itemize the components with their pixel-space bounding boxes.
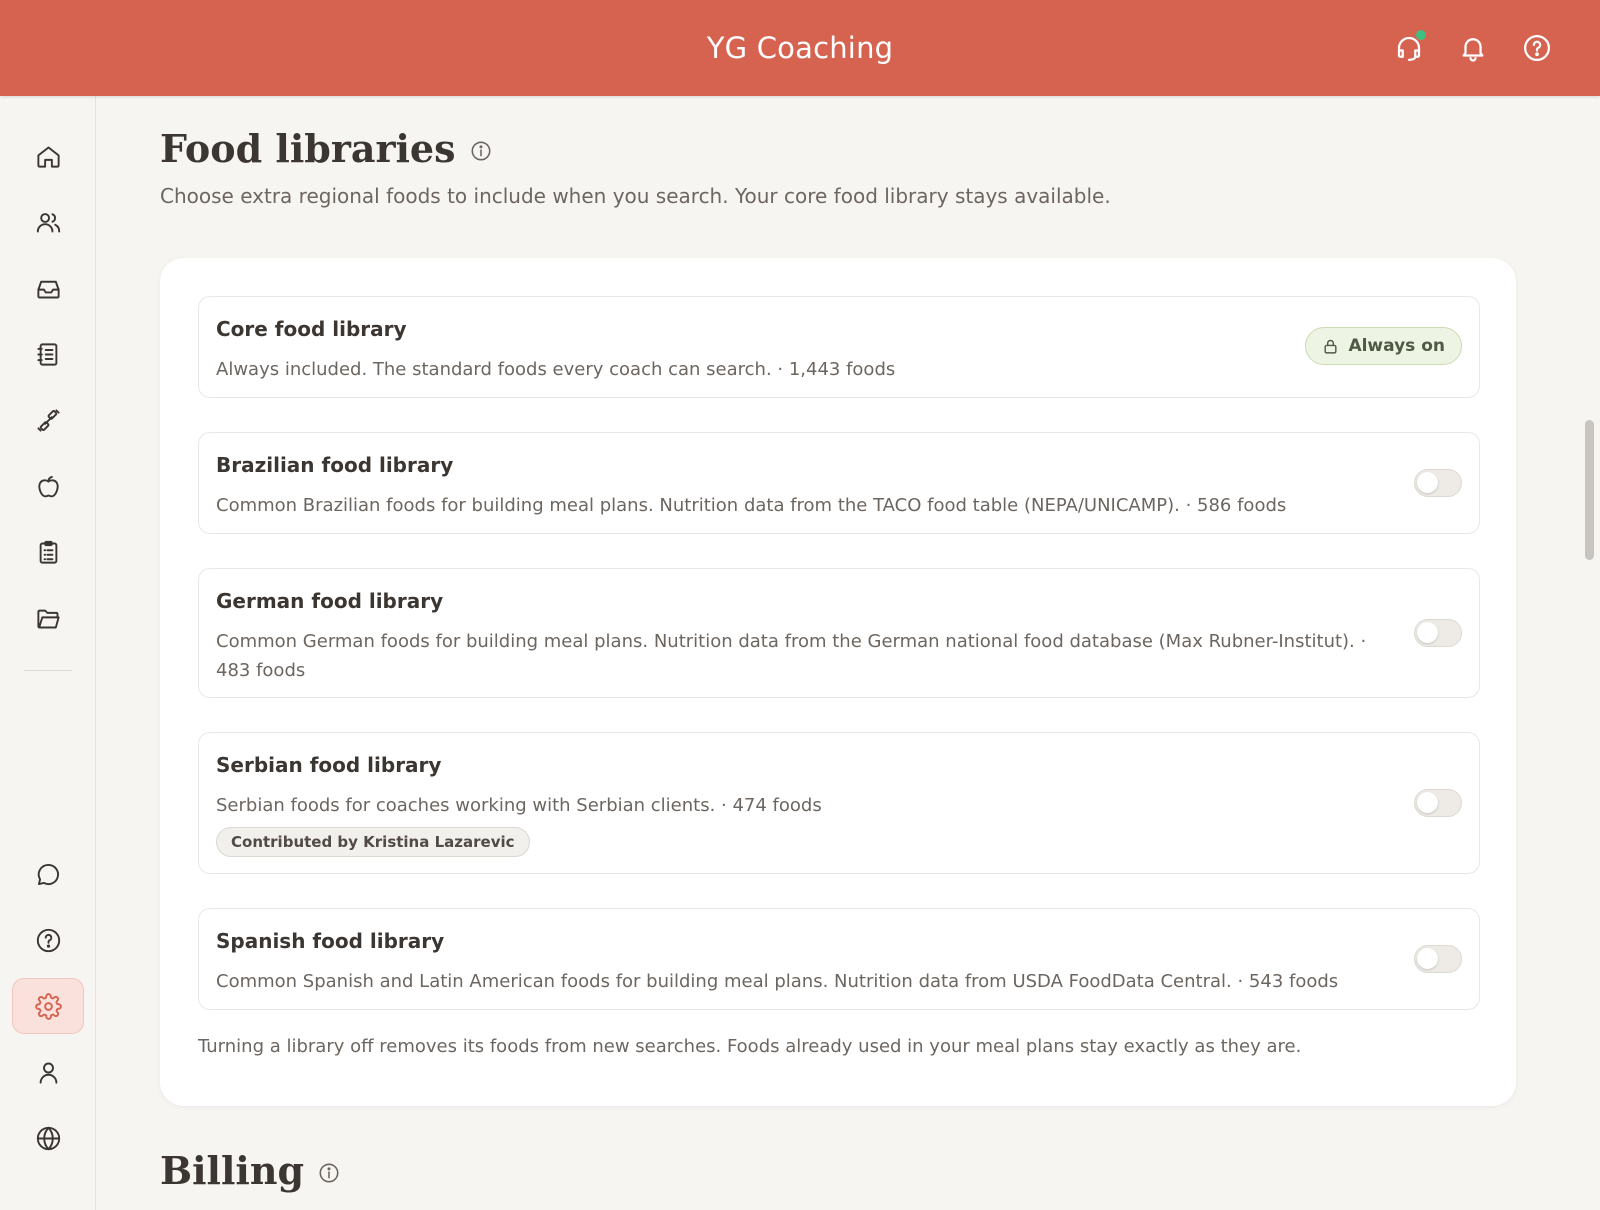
home-icon xyxy=(36,146,60,168)
inbox-icon xyxy=(36,280,60,298)
gear-icon xyxy=(34,992,62,1020)
serbian-library-toggle[interactable] xyxy=(1414,789,1462,817)
main-content: Food libraries Choose extra regional foo… xyxy=(96,96,1584,1210)
help-icon xyxy=(36,928,60,952)
sidebar-item-notes[interactable] xyxy=(12,326,84,382)
library-description: Common German foods for building meal pl… xyxy=(216,631,1367,681)
apple-icon xyxy=(37,475,59,497)
clipboard-icon xyxy=(39,540,57,564)
sidebar-item-checkins[interactable] xyxy=(12,524,84,580)
sidebar-item-profile[interactable] xyxy=(12,1044,84,1100)
page-title: Food libraries xyxy=(160,126,456,171)
folder-icon xyxy=(36,609,60,628)
library-description: Serbian foods for coaches working with S… xyxy=(216,795,822,816)
online-status-dot xyxy=(1416,30,1426,40)
sidebar-item-messages[interactable] xyxy=(12,846,84,902)
library-row-spanish: Spanish food library Common Spanish and … xyxy=(198,908,1480,1010)
always-on-label: Always on xyxy=(1348,336,1445,356)
chat-icon xyxy=(37,863,59,885)
billing-title: Billing xyxy=(160,1148,305,1193)
library-name: Brazilian food library xyxy=(216,453,454,477)
library-description: Common Brazilian foods for building meal… xyxy=(216,495,1287,516)
toggle-knob xyxy=(1417,472,1438,493)
german-library-toggle[interactable] xyxy=(1414,619,1462,647)
library-name: German food library xyxy=(216,589,444,613)
spanish-library-toggle[interactable] xyxy=(1414,945,1462,973)
library-description: Always included. The standard foods ever… xyxy=(216,359,896,380)
globe-icon xyxy=(36,1126,60,1150)
sidebar-item-workouts[interactable] xyxy=(12,392,84,448)
sidebar-item-language[interactable] xyxy=(12,1110,84,1166)
page-scrollbar[interactable] xyxy=(1585,420,1594,560)
brazilian-library-toggle[interactable] xyxy=(1414,469,1462,497)
top-bar: YG Coaching xyxy=(0,0,1600,96)
contributor-badge: Contributed by Kristina Lazarevic xyxy=(216,827,530,857)
library-name: Core food library xyxy=(216,317,407,341)
section-subtitle: Choose extra regional foods to include w… xyxy=(160,184,1111,208)
sidebar-item-home[interactable] xyxy=(12,128,84,184)
sidebar-item-settings[interactable] xyxy=(12,978,84,1034)
info-icon[interactable] xyxy=(318,1148,340,1193)
users-icon xyxy=(36,212,60,232)
headset-icon[interactable] xyxy=(1394,30,1426,63)
bell-icon[interactable] xyxy=(1458,33,1488,63)
sidebar xyxy=(0,96,96,1210)
toggle-knob xyxy=(1417,948,1438,969)
info-icon[interactable] xyxy=(470,126,492,171)
library-name: Serbian food library xyxy=(216,753,442,777)
library-name: Spanish food library xyxy=(216,929,445,953)
library-row-brazilian: Brazilian food library Common Brazilian … xyxy=(198,432,1480,534)
library-row-serbian: Serbian food library Serbian foods for c… xyxy=(198,732,1480,874)
library-row-core: Core food library Always included. The s… xyxy=(198,296,1480,398)
library-footer-note: Turning a library off removes its foods … xyxy=(198,1036,1302,1057)
sidebar-item-clients[interactable] xyxy=(12,194,84,250)
sidebar-item-inbox[interactable] xyxy=(12,260,84,316)
notebook-icon xyxy=(36,342,57,366)
top-icons xyxy=(1394,0,1552,96)
library-row-german: German food library Common German foods … xyxy=(198,568,1480,698)
lock-icon xyxy=(1324,339,1337,354)
toggle-knob xyxy=(1417,622,1438,643)
toggle-knob xyxy=(1417,792,1438,813)
food-libraries-heading: Food libraries xyxy=(160,126,492,171)
sidebar-item-nutrition[interactable] xyxy=(12,458,84,514)
sidebar-divider xyxy=(24,670,72,671)
help-icon[interactable] xyxy=(1522,33,1552,63)
sidebar-item-help[interactable] xyxy=(12,912,84,968)
library-description: Common Spanish and Latin American foods … xyxy=(216,971,1339,992)
food-libraries-card: Core food library Always included. The s… xyxy=(160,258,1516,1106)
app-title: YG Coaching xyxy=(706,31,894,65)
always-on-badge: Always on xyxy=(1305,327,1462,365)
dumbbell-icon xyxy=(36,408,60,432)
user-icon xyxy=(39,1062,57,1084)
billing-heading: Billing xyxy=(160,1148,340,1193)
sidebar-item-files[interactable] xyxy=(12,590,84,646)
